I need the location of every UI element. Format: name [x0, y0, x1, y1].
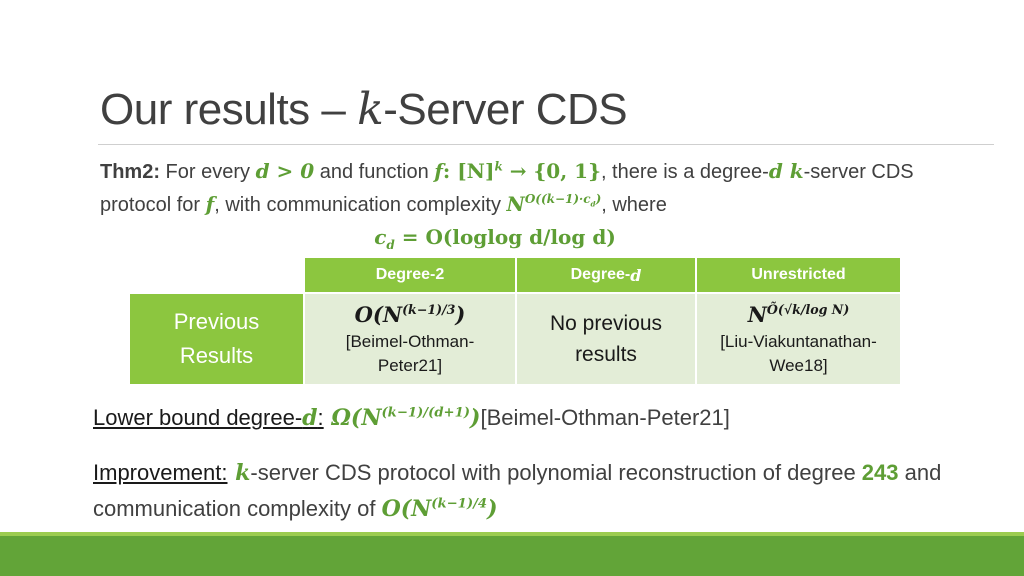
lower-bound-formula: Ω(N(k−1)/(d+1)): [323, 405, 481, 431]
table-header-unrestricted: Unrestricted: [697, 258, 900, 292]
math-domain: : [N]k → {0, 1}: [443, 159, 601, 183]
row-label-line: Results: [179, 343, 254, 368]
table-header-degree-d: Degree-d: [517, 258, 695, 292]
math-d: d: [768, 159, 783, 183]
cell-citation: [Liu-Viakuntanathan-: [720, 332, 877, 351]
math-f: f: [434, 159, 443, 183]
theorem-text: , with communication complexity: [214, 194, 507, 216]
math-exp-main: O((k−1)·c: [524, 192, 591, 207]
cell-formula: O(N(k−1)/3): [355, 300, 466, 330]
formula-base: N: [747, 302, 767, 327]
header-label: Degree-: [570, 266, 631, 283]
math-k: k: [782, 159, 804, 183]
formula-close: ): [487, 496, 498, 522]
theorem-text: , where: [601, 194, 667, 216]
header-math-d: d: [630, 265, 642, 285]
slide-title: Our results – k-Server CDS: [100, 84, 628, 135]
footer-bar: [0, 536, 1024, 576]
cell-text: No previous: [549, 312, 663, 335]
lower-bound-statement: Lower bound degree-d: Ω(N(k−1)/(d+1))[Be…: [93, 405, 730, 431]
formula-exp: (k−1)/(d+1): [381, 405, 471, 421]
table-cell-degree-2: O(N(k−1)/3) [Beimel-Othman- Peter21]: [305, 294, 515, 384]
math-cd-definition: cd = O(loglog d/log d): [60, 221, 930, 253]
label-text: Lower bound degree-: [93, 405, 303, 430]
title-divider: [98, 144, 994, 145]
header-label: Degree-2: [375, 266, 445, 283]
theorem-statement: Thm2: For every d > 0 and function f: [N…: [100, 155, 930, 253]
math-d: d: [302, 405, 318, 431]
theorem-text: , there is a degree-: [600, 161, 769, 183]
formula-base: O(N: [381, 496, 432, 522]
math-domain-exp: k: [494, 159, 503, 174]
title-prefix: Our results –: [100, 85, 358, 134]
table-cell-unrestricted: NÕ(√k/log N) [Liu-Viakuntanathan- Wee18]: [697, 294, 900, 384]
formula-exp: (k−1)/3: [402, 302, 456, 317]
theorem-label: Thm2:: [100, 161, 160, 183]
cell-citation: [Beimel-Othman-: [345, 332, 475, 351]
math-domain-base: : [N]: [442, 159, 495, 183]
table-header-degree-2: Degree-2: [305, 258, 515, 292]
table-row-label-previous-results: Previous Results: [130, 294, 303, 384]
table-cell-degree-d: No previous results: [517, 294, 695, 384]
cell-citation: Wee18]: [769, 356, 828, 375]
improvement-text: -server CDS protocol with polynomial rec…: [250, 460, 862, 485]
math-cd-sub: d: [386, 238, 395, 252]
math-cd: c: [374, 225, 387, 249]
title-suffix: -Server CDS: [383, 85, 628, 134]
formula-close: ): [455, 302, 466, 327]
math-cd-def: = O(loglog d/log d): [394, 225, 616, 249]
formula-base: Ω(N: [323, 405, 382, 431]
cell-text: results: [575, 343, 637, 366]
theorem-text: and function: [314, 161, 435, 183]
math-complexity-exp: O((k−1)·cd): [524, 192, 601, 207]
cell-citation: Peter21]: [377, 356, 443, 375]
math-complexity: NO((k−1)·cd): [507, 192, 602, 216]
formula-close: ): [470, 405, 481, 431]
math-complexity-base: N: [506, 192, 525, 216]
lower-bound-label: Lower bound degree-d:: [93, 405, 324, 431]
formula-exp: (k−1)/4: [431, 496, 488, 512]
theorem-text: For every: [160, 161, 256, 183]
improvement-degree-value: 243: [861, 460, 899, 485]
improvement-formula: O(N(k−1)/4): [382, 496, 498, 522]
math-k: k: [227, 460, 251, 486]
lower-bound-citation: [Beimel-Othman-Peter21]: [480, 405, 730, 430]
title-math-k: k: [357, 84, 384, 135]
improvement-statement: Improvement: k-server CDS protocol with …: [93, 455, 953, 527]
formula-exp: Õ(√k/log N): [766, 302, 850, 317]
row-label-line: Previous: [173, 309, 260, 334]
formula-base: O(N: [354, 302, 403, 327]
math-codomain: → {0, 1}: [502, 159, 601, 183]
math-d-gt-0: d > 0: [255, 159, 315, 183]
header-label: Unrestricted: [751, 266, 846, 283]
improvement-label: Improvement:: [93, 460, 228, 485]
cell-formula: NÕ(√k/log N): [748, 300, 850, 330]
math-f: f: [205, 192, 215, 216]
